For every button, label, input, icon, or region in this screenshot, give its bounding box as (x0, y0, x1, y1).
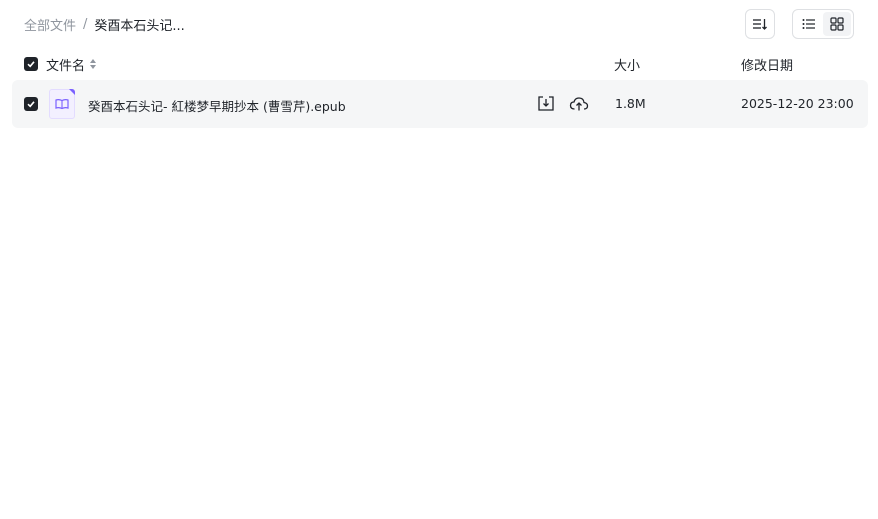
table-header: 文件名 大小 修改日期 (12, 50, 868, 78)
list-view-button[interactable] (795, 12, 823, 36)
epub-book-icon (49, 89, 75, 119)
breadcrumb-separator: / (83, 16, 88, 32)
grid-view-button[interactable] (823, 12, 851, 36)
modified-column-header[interactable]: 修改日期 (741, 55, 793, 74)
name-column-label: 文件名 (46, 58, 86, 74)
sort-button[interactable] (745, 9, 775, 39)
view-toggle (792, 9, 854, 39)
table-row[interactable]: 癸酉本石头记- 紅楼梦早期抄本 (曹雪芹).epub 1.8M 2025-12-… (12, 80, 868, 128)
name-column-header[interactable]: 文件名 (46, 55, 97, 74)
file-name[interactable]: 癸酉本石头记- 紅楼梦早期抄本 (曹雪芹).epub (88, 96, 346, 115)
sort-toggle-icon (90, 59, 97, 69)
breadcrumb: 全部文件 / 癸酉本石头记... (24, 14, 185, 34)
checkmark-icon (27, 61, 35, 68)
breadcrumb-root[interactable]: 全部文件 (24, 15, 76, 34)
select-all-checkbox[interactable] (24, 57, 38, 71)
download-icon[interactable] (537, 95, 555, 113)
size-column-header[interactable]: 大小 (614, 55, 640, 74)
file-browser: 全部文件 / 癸酉本石头记... 文件名 大小 修改日期 癸酉本石头记- 紅楼梦… (0, 0, 878, 519)
file-size: 1.8M (615, 96, 646, 111)
breadcrumb-current: 癸酉本石头记... (94, 18, 185, 34)
checkmark-icon (27, 101, 35, 108)
sort-icon (753, 19, 767, 30)
grid-view-icon (830, 17, 844, 31)
row-checkbox[interactable] (24, 97, 38, 111)
list-view-icon (802, 19, 815, 29)
cloud-save-icon[interactable] (569, 95, 589, 113)
file-modified-date: 2025-12-20 23:00 (741, 96, 854, 111)
